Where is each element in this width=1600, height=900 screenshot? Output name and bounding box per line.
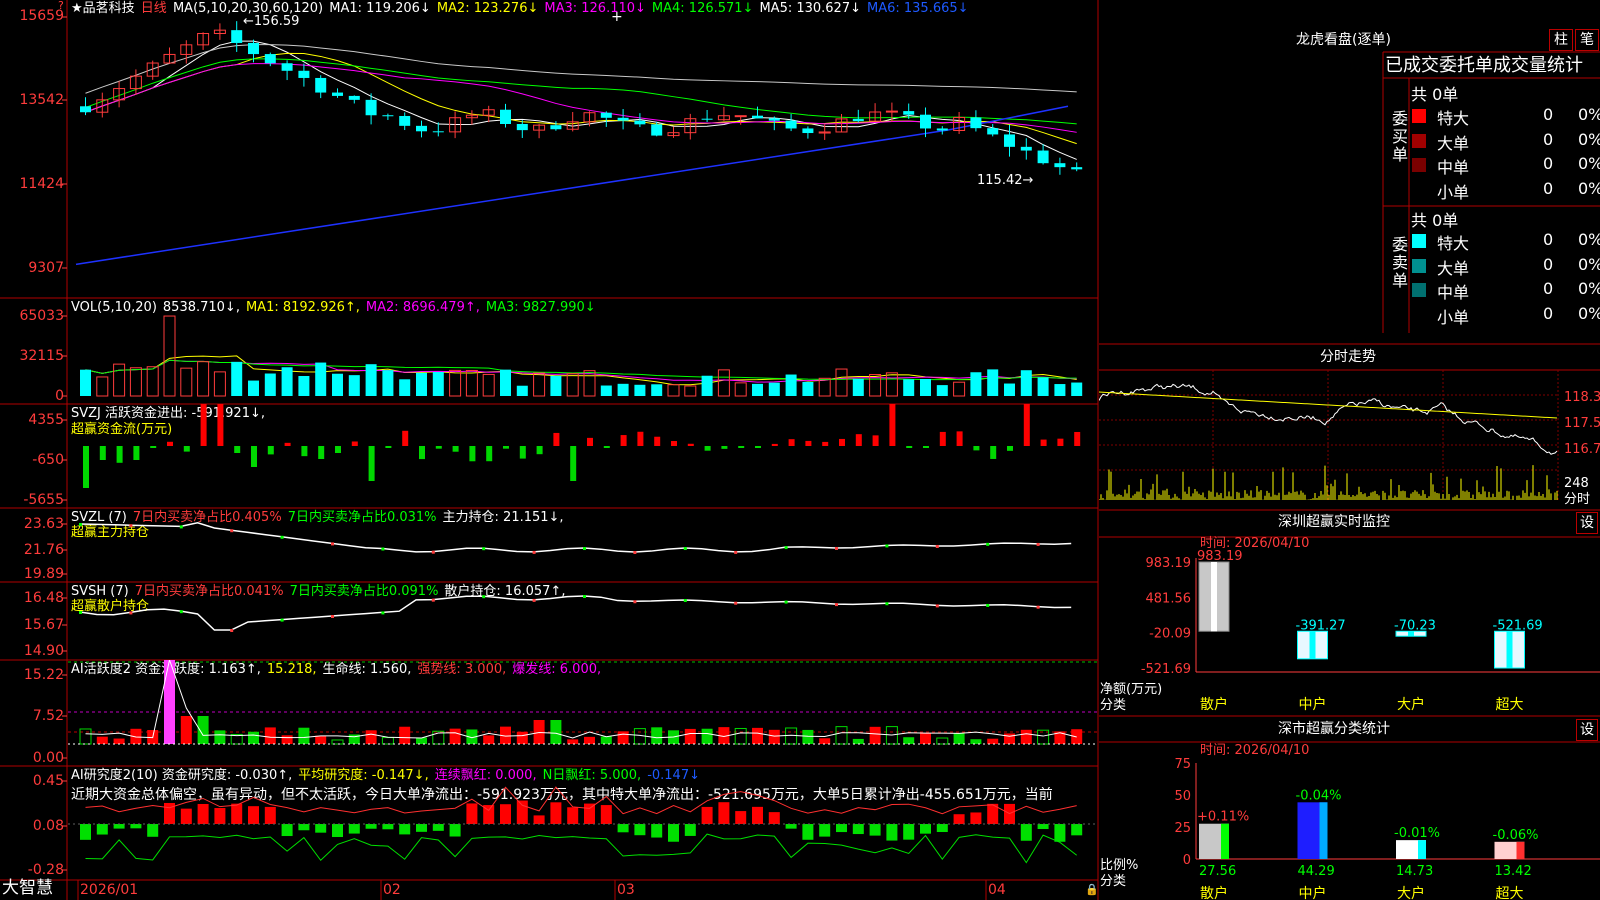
- class-value-label: 13.42: [1495, 864, 1532, 879]
- order-p: 0%: [1578, 254, 1600, 274]
- monitor-category-label: 散户: [1200, 696, 1228, 713]
- class-value-label: 27.56: [1199, 864, 1236, 879]
- buy-total: 共 0单: [1411, 85, 1459, 104]
- sell-total: 共 0单: [1411, 211, 1459, 230]
- class-y-label: 50: [1174, 789, 1191, 804]
- sz-class-settings-button[interactable]: 设: [1576, 719, 1598, 741]
- sz-monitor-category-label: 分类: [1100, 698, 1127, 713]
- dragon-subtitle: 已成交委托单成交量统计: [1385, 55, 1583, 76]
- class-change-label: +0.11%: [1197, 810, 1249, 825]
- class-category-label: 大户: [1397, 885, 1425, 900]
- sell-orders-label: 委卖单: [1389, 236, 1408, 290]
- order-v: 0: [1543, 254, 1554, 274]
- monitor-category-label: 中户: [1299, 696, 1327, 713]
- order-name: 大单: [1437, 133, 1470, 153]
- class-y-label: 0: [1183, 853, 1191, 868]
- order-v: 0: [1543, 154, 1554, 173]
- order-p: 0%: [1578, 230, 1600, 249]
- class-y-label: 25: [1174, 821, 1191, 836]
- monitor-bar-value: -391.27: [1296, 618, 1346, 633]
- sz-monitor-unit: 净额(万元): [1100, 682, 1163, 697]
- order-type-swatch: [1412, 158, 1426, 172]
- order-p: 0%: [1578, 154, 1600, 173]
- class-category-label: 散户: [1200, 885, 1228, 900]
- order-p: 0%: [1578, 129, 1600, 149]
- tick-view-button[interactable]: 笔: [1575, 29, 1599, 51]
- class-value-label: 14.73: [1396, 864, 1433, 879]
- order-name: 特大: [1437, 234, 1470, 253]
- order-name: 特大: [1437, 109, 1470, 128]
- monitor-bar-highlight: [1506, 631, 1513, 668]
- class-y-label: 75: [1174, 757, 1191, 772]
- order-name: 中单: [1437, 158, 1470, 177]
- class-bar-accent: [1516, 841, 1525, 859]
- order-name: 小单: [1437, 182, 1470, 202]
- monitor-category-label: 超大: [1496, 697, 1524, 713]
- class-change-label: -0.06%: [1493, 828, 1539, 843]
- order-type-swatch: [1412, 109, 1426, 123]
- sz-class-title: 深市超赢分类统计: [1278, 721, 1390, 737]
- sz-class-category-label: 分类: [1100, 874, 1127, 889]
- order-v: 0: [1543, 279, 1554, 298]
- order-v: 0: [1543, 230, 1554, 249]
- sz-monitor-title: 深圳超赢实时监控: [1278, 514, 1390, 530]
- monitor-y-label: 481.56: [1146, 591, 1192, 606]
- intraday-title: 分时走势: [1320, 349, 1376, 365]
- monitor-category-label: 大户: [1397, 696, 1425, 713]
- sz-class-unit: 比例%: [1100, 858, 1139, 873]
- monitor-y-label: -521.69: [1141, 662, 1191, 677]
- order-p: 0%: [1578, 279, 1600, 298]
- monitor-bar-highlight: [1309, 631, 1316, 659]
- intraday-y-label: 116.7: [1564, 442, 1600, 457]
- bar-view-button[interactable]: 柱: [1549, 29, 1573, 51]
- order-name: 大单: [1437, 258, 1470, 278]
- order-p: 0%: [1578, 105, 1600, 124]
- class-bar-accent: [1221, 823, 1229, 859]
- monitor-bar-value: -521.69: [1493, 618, 1543, 633]
- monitor-bar-value: -70.23: [1394, 618, 1436, 633]
- order-v: 0: [1543, 105, 1554, 124]
- order-v: 0: [1543, 129, 1554, 149]
- order-type-swatch: [1412, 234, 1426, 248]
- intraday-vol-label: 248: [1564, 476, 1589, 491]
- class-category-label: 超大: [1496, 886, 1524, 900]
- order-p: 0%: [1578, 303, 1600, 323]
- monitor-y-label: -20.09: [1149, 627, 1191, 642]
- sz-monitor-chart[interactable]: 983.19 481.56 -20.09 -521.69 983.19 散户 -391.27…: [1099, 537, 1600, 716]
- class-bar-accent: [1418, 840, 1426, 859]
- monitor-bar-value: 983.19: [1197, 549, 1243, 564]
- order-type-swatch: [1412, 133, 1426, 148]
- dragon-title: 龙虎看盘(逐单): [1296, 32, 1391, 48]
- order-name: 中单: [1437, 283, 1470, 302]
- monitor-bar-highlight: [1211, 562, 1217, 632]
- intraday-unit: 分时: [1564, 492, 1591, 507]
- class-change-label: -0.04%: [1296, 788, 1342, 803]
- class-bar-accent: [1319, 802, 1328, 859]
- order-p: 0%: [1578, 178, 1600, 198]
- class-category-label: 中户: [1299, 885, 1327, 900]
- order-v: 0: [1543, 303, 1554, 323]
- order-type-swatch: [1412, 283, 1426, 297]
- intraday-y-label: 117.5: [1564, 416, 1600, 431]
- class-value-label: 44.29: [1298, 864, 1335, 879]
- intraday-chart[interactable]: [1099, 370, 1559, 510]
- intraday-y-label: 118.3: [1564, 390, 1600, 405]
- order-type-swatch: [1412, 258, 1426, 273]
- buy-orders-label: 委买单: [1389, 110, 1408, 164]
- sz-class-chart[interactable]: 75 50 25 0 +0.11% 27.56 散户 -0.04% 44.29 中户 -0.01% 1…: [1099, 742, 1600, 900]
- order-name: 小单: [1437, 307, 1470, 327]
- class-change-label: -0.01%: [1394, 826, 1440, 841]
- order-v: 0: [1543, 178, 1554, 198]
- sz-monitor-settings-button[interactable]: 设: [1576, 512, 1598, 534]
- monitor-y-label: 983.19: [1146, 556, 1192, 571]
